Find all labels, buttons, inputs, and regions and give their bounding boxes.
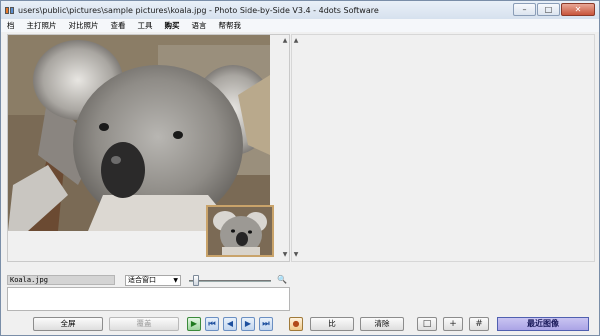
- menu-file[interactable]: 档: [1, 19, 21, 32]
- slider-track: [189, 279, 271, 282]
- app-window: users\public\pictures\sample pictures\ko…: [0, 0, 600, 336]
- compare-thumbnail[interactable]: [206, 205, 274, 257]
- color-wheel-icon[interactable]: ●: [289, 317, 303, 331]
- play-button[interactable]: ▶: [187, 317, 201, 331]
- menu-bar: 档 主打照片 对比照片 查看 工具 购买 语言 帮帮我: [1, 19, 599, 32]
- chevron-down-icon: ▼: [173, 276, 178, 284]
- side-by-side-icon: [5, 5, 15, 15]
- close-button[interactable]: ✕: [561, 3, 595, 16]
- minimize-button[interactable]: –: [513, 3, 536, 16]
- split-view-button[interactable]: +: [443, 317, 463, 331]
- zoom-mode-value: 适合窗口: [128, 275, 156, 284]
- grid-view-button[interactable]: #: [469, 317, 489, 331]
- first-image-button[interactable]: ⏮: [205, 317, 219, 331]
- recent-images-button[interactable]: 最近图像: [497, 317, 589, 331]
- scroll-down-arrow-icon[interactable]: ▼: [281, 251, 289, 259]
- left-pane-toolbar: Koala.jpg 适合窗口 ▼ 🔍: [7, 274, 290, 286]
- main-photo[interactable]: [8, 35, 270, 231]
- maximize-button[interactable]: □: [537, 3, 560, 16]
- title-bar: users\public\pictures\sample pictures\ko…: [1, 1, 599, 19]
- last-image-button[interactable]: ⏭: [259, 317, 273, 331]
- menu-main-photo[interactable]: 主打照片: [21, 19, 63, 32]
- slider-thumb[interactable]: [192, 274, 199, 286]
- scroll-up-arrow-icon[interactable]: ▲: [292, 37, 300, 45]
- comment-textarea[interactable]: [7, 287, 290, 311]
- prev-image-button[interactable]: ◀: [223, 317, 237, 331]
- file-name-label: Koala.jpg: [7, 275, 115, 285]
- window-controls: – □ ✕: [513, 3, 595, 16]
- menu-tools[interactable]: 工具: [132, 19, 159, 32]
- window-title: users\public\pictures\sample pictures\ko…: [18, 5, 379, 15]
- right-image-pane[interactable]: ▲ ▼: [291, 34, 595, 262]
- clear-button[interactable]: 清除: [360, 317, 404, 331]
- zoom-slider[interactable]: [189, 274, 271, 286]
- fullscreen-button[interactable]: 全屏: [33, 317, 103, 331]
- zoom-mode-select[interactable]: 适合窗口 ▼: [125, 274, 181, 286]
- menu-compare-photo[interactable]: 对比照片: [63, 19, 105, 32]
- next-image-button[interactable]: ▶: [241, 317, 255, 331]
- overlay-button[interactable]: 覆盖: [109, 317, 179, 331]
- scroll-down-arrow-icon[interactable]: ▼: [292, 251, 300, 259]
- magnifier-icon[interactable]: 🔍: [277, 275, 287, 285]
- left-vertical-scrollbar[interactable]: ▲ ▼: [281, 35, 289, 261]
- menu-help[interactable]: 帮帮我: [213, 19, 248, 32]
- menu-buy[interactable]: 购买: [159, 19, 186, 32]
- compare-button[interactable]: 比: [310, 317, 354, 331]
- menu-view[interactable]: 查看: [105, 19, 132, 32]
- left-image-pane[interactable]: ▲ ▼: [7, 34, 290, 262]
- right-vertical-scrollbar[interactable]: ▲ ▼: [292, 35, 300, 261]
- single-view-button[interactable]: □: [417, 317, 437, 331]
- scroll-up-arrow-icon[interactable]: ▲: [281, 37, 289, 45]
- menu-language[interactable]: 语言: [186, 19, 213, 32]
